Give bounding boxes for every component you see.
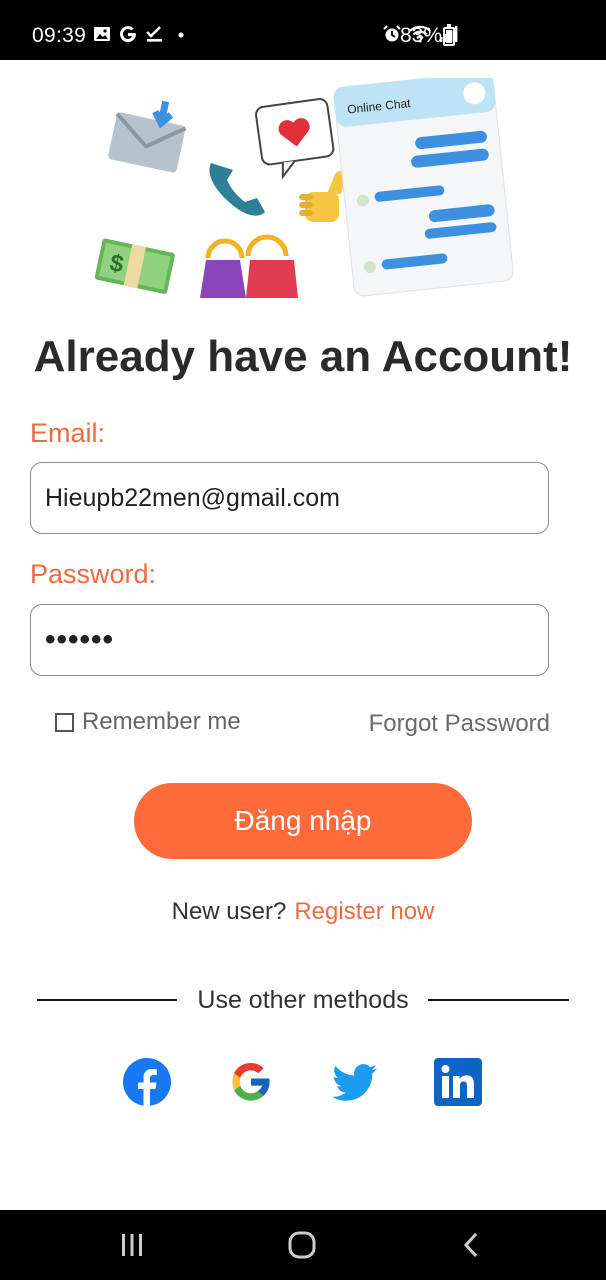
google-icon xyxy=(120,26,137,43)
password-label: Password: xyxy=(30,559,157,589)
chat-window: Online Chat xyxy=(333,78,514,297)
remember-me-label: Remember me xyxy=(82,708,241,735)
envelope-icon xyxy=(108,100,187,173)
password-field[interactable]: •••••• xyxy=(30,604,549,676)
recent-apps-button[interactable] xyxy=(92,1210,172,1280)
heart-bubble-icon xyxy=(255,98,335,180)
register-row: New user? Register now xyxy=(0,898,606,926)
thumbs-up-icon xyxy=(299,171,346,222)
home-icon xyxy=(288,1231,316,1259)
checkbox-icon[interactable] xyxy=(55,712,74,732)
linkedin-icon[interactable] xyxy=(434,1058,482,1106)
login-button[interactable]: Đăng nhập xyxy=(134,783,472,859)
email-field[interactable] xyxy=(30,462,549,534)
email-input[interactable] xyxy=(45,463,535,533)
status-bar: 09:39 83% xyxy=(0,0,606,60)
divider-line-right xyxy=(428,999,569,1001)
password-input[interactable]: •••••• xyxy=(45,605,114,675)
recent-apps-icon xyxy=(122,1234,142,1256)
image-icon xyxy=(94,27,110,41)
facebook-icon[interactable] xyxy=(123,1058,171,1106)
page-title: Already have an Account! xyxy=(33,332,573,381)
new-user-text: New user? xyxy=(171,898,287,925)
register-link[interactable]: Register now xyxy=(294,898,434,925)
phone-icon xyxy=(209,163,265,216)
status-time: 09:39 xyxy=(32,24,87,47)
money-icon: $ xyxy=(95,238,175,294)
alarm-icon xyxy=(383,25,401,42)
twitter-icon[interactable] xyxy=(331,1058,379,1106)
battery-percent: 83% xyxy=(400,24,443,47)
dot-icon xyxy=(178,32,184,38)
home-button[interactable] xyxy=(262,1210,342,1280)
remember-me-checkbox[interactable]: Remember me xyxy=(55,708,241,736)
forgot-password-link[interactable]: Forgot Password xyxy=(369,710,550,738)
back-icon xyxy=(463,1232,478,1258)
shopping-bags-icon xyxy=(200,234,298,298)
check-icon xyxy=(146,26,162,42)
navigation-bar xyxy=(0,1210,606,1280)
hero-illustration: Online Chat $ xyxy=(95,78,514,298)
notification-icons xyxy=(93,24,186,44)
back-button[interactable] xyxy=(432,1210,512,1280)
battery-icon xyxy=(443,24,455,46)
email-label: Email: xyxy=(30,418,106,448)
google-icon[interactable] xyxy=(227,1058,275,1106)
